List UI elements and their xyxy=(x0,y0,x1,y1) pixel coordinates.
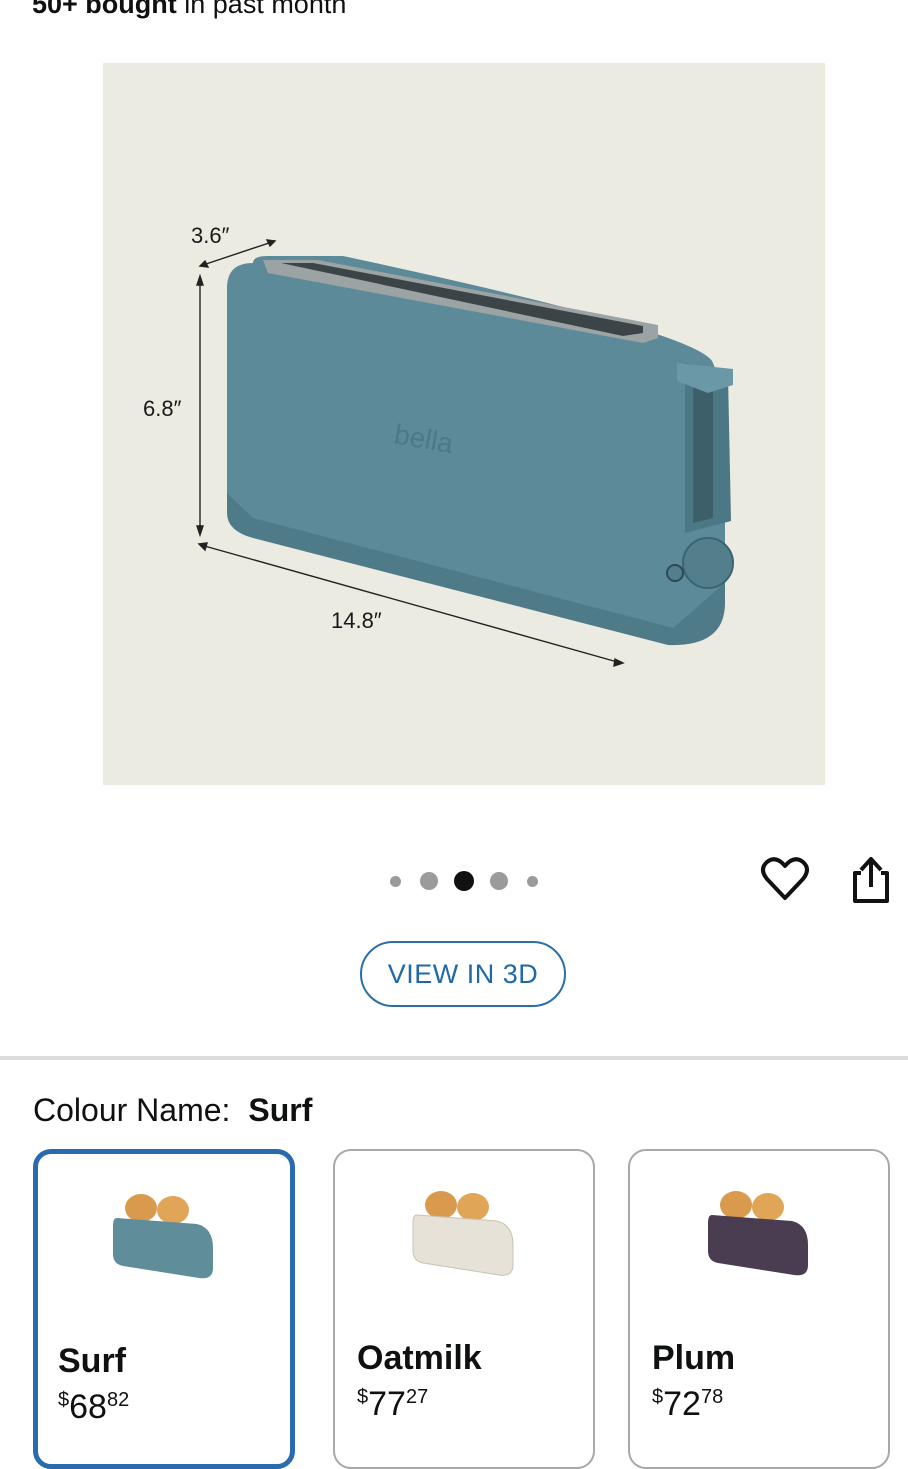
carousel-dot[interactable] xyxy=(390,876,401,887)
colour-label-text: Colour Name: xyxy=(33,1092,231,1128)
bought-count-bold: 50+ bought xyxy=(32,0,177,19)
toaster-illustration: bella xyxy=(196,239,734,668)
toaster-thumbnail xyxy=(113,1194,213,1279)
toaster-thumbnail xyxy=(412,1191,514,1276)
view-in-3d-button[interactable]: VIEW IN 3D xyxy=(360,941,566,1007)
colour-name-label: Colour Name: Surf xyxy=(33,1090,312,1130)
bought-count-text: 50+ bought in past month xyxy=(32,0,346,20)
colour-option-surf[interactable]: Surf $6882 xyxy=(33,1149,295,1469)
colour-option-plum[interactable]: Plum $7278 xyxy=(628,1149,890,1469)
height-label: 6.8″ xyxy=(143,396,182,421)
carousel-dot[interactable] xyxy=(420,872,438,890)
colour-option-oatmilk[interactable]: Oatmilk $7727 xyxy=(333,1149,595,1469)
option-price: $6882 xyxy=(58,1388,130,1426)
toaster-thumbnail xyxy=(708,1191,808,1276)
carousel-dot[interactable] xyxy=(527,876,538,887)
bought-count-rest: in past month xyxy=(176,0,347,19)
depth-label: 3.6″ xyxy=(191,223,230,248)
option-price: $7727 xyxy=(357,1385,429,1423)
wishlist-heart-icon[interactable] xyxy=(760,855,810,903)
option-name: Surf xyxy=(58,1342,126,1380)
option-price: $7278 xyxy=(652,1385,724,1423)
carousel-dot-active[interactable] xyxy=(454,871,474,891)
carousel-indicators[interactable] xyxy=(380,868,550,894)
colour-selected-value: Surf xyxy=(248,1092,313,1128)
option-name: Oatmilk xyxy=(357,1339,482,1377)
section-divider xyxy=(0,1056,908,1060)
width-label: 14.8″ xyxy=(331,608,382,633)
share-icon[interactable] xyxy=(849,855,893,905)
carousel-dot[interactable] xyxy=(490,872,508,890)
product-image[interactable]: bella 3.6″ 6.8″ 14.8″ xyxy=(103,63,825,785)
option-name: Plum xyxy=(652,1339,736,1377)
